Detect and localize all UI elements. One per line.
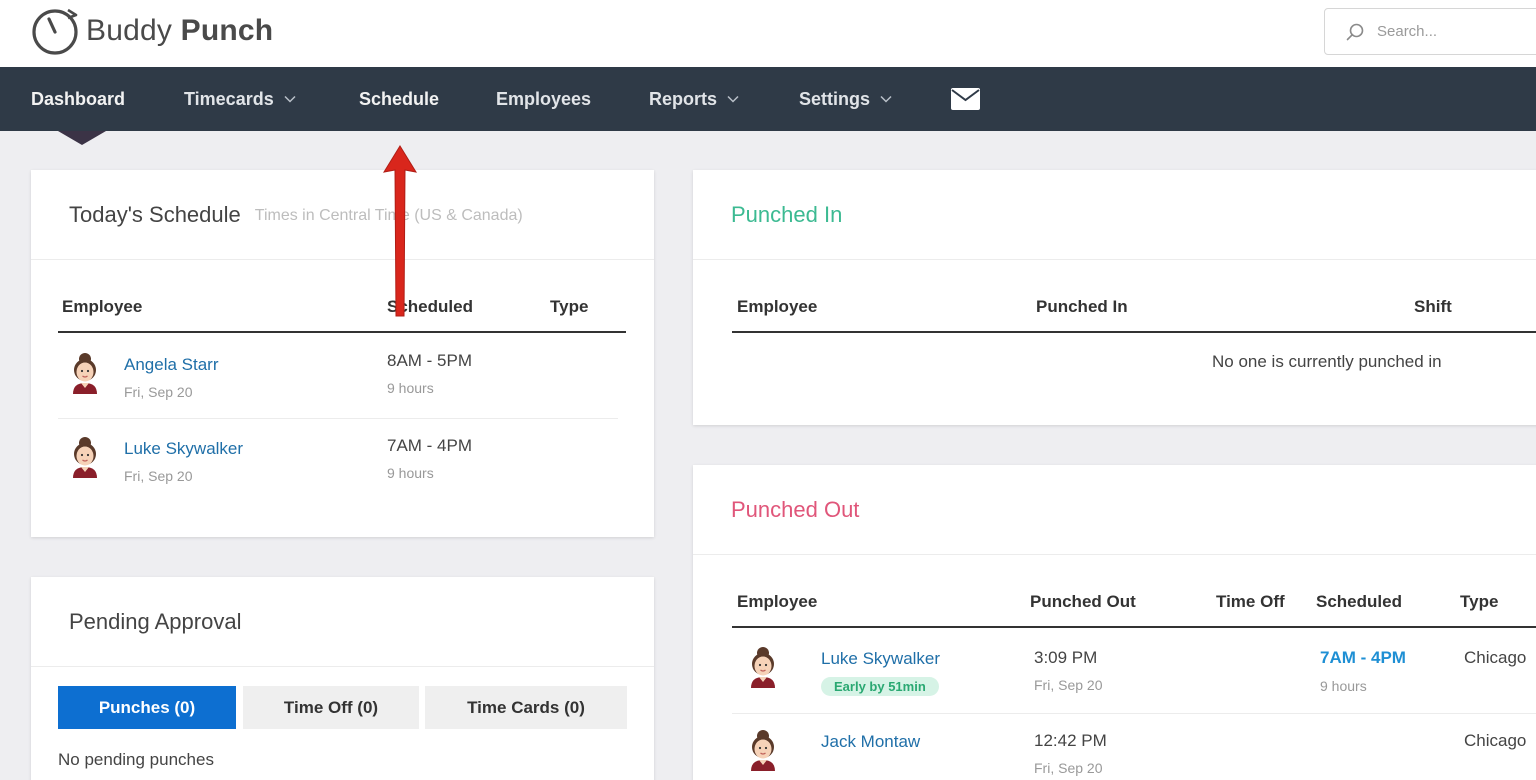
nav-reports[interactable]: Reports xyxy=(649,67,739,131)
scheduled-hours: 9 hours xyxy=(387,465,434,481)
tab-punches[interactable]: Punches (0) xyxy=(58,686,236,729)
pending-approval-header: Pending Approval xyxy=(31,577,654,667)
nav-dashboard[interactable]: Dashboard xyxy=(31,67,125,131)
punched-in-header: Punched In xyxy=(693,170,1536,260)
todays-schedule-title: Today's Schedule xyxy=(69,201,241,227)
chevron-down-icon xyxy=(880,95,892,103)
employee-link-luke-skywalker[interactable]: Luke Skywalker xyxy=(124,439,243,459)
envelope-icon[interactable] xyxy=(951,88,980,110)
location-type: Chicago xyxy=(1464,731,1527,750)
no-punched-in-message: No one is currently punched in xyxy=(1212,352,1442,371)
schedule-date: Fri, Sep 20 xyxy=(124,384,193,400)
nav-dashboard-label: Dashboard xyxy=(31,88,126,109)
row-divider xyxy=(732,713,1536,714)
nav-employees[interactable]: Employees xyxy=(496,67,591,131)
punched-out-date: Fri, Sep 20 xyxy=(1034,677,1103,693)
search-input[interactable] xyxy=(1377,23,1527,40)
nav-settings[interactable]: Settings xyxy=(799,67,892,131)
employee-link-luke-skywalker[interactable]: Luke Skywalker xyxy=(821,649,940,669)
todays-schedule-header: Today's Schedule Times in Central Time (… xyxy=(31,170,654,260)
scheduled-time-link[interactable]: 7AM - 4PM xyxy=(1320,648,1406,668)
pending-approval-title: Pending Approval xyxy=(69,608,242,634)
tab-time-off[interactable]: Time Off (0) xyxy=(243,686,419,729)
col-employee: Employee xyxy=(737,592,818,611)
punched-out-card: Punched Out Employee Punched Out Time Of… xyxy=(693,465,1536,780)
punched-out-title: Punched Out xyxy=(731,496,860,522)
col-type: Type xyxy=(550,297,589,316)
table-header-rule xyxy=(732,626,1536,628)
table-header-rule xyxy=(58,331,626,333)
avatar xyxy=(73,353,97,394)
nav-timecards-label: Timecards xyxy=(184,88,274,109)
active-nav-indicator xyxy=(58,131,106,145)
logo-word-buddy: Buddy xyxy=(86,14,173,47)
todays-schedule-card: Today's Schedule Times in Central Time (… xyxy=(31,170,654,537)
nav-reports-label: Reports xyxy=(649,88,718,109)
early-badge: Early by 51min xyxy=(821,677,939,696)
col-punched-out: Punched Out xyxy=(1030,592,1136,611)
schedule-date: Fri, Sep 20 xyxy=(124,468,193,484)
chevron-down-icon xyxy=(727,95,739,103)
nav-schedule[interactable]: Schedule xyxy=(359,67,439,131)
nav-schedule-label: Schedule xyxy=(359,88,440,109)
punched-out-header: Punched Out xyxy=(693,465,1536,555)
employee-link-angela-starr[interactable]: Angela Starr xyxy=(124,355,219,375)
row-divider xyxy=(58,418,618,419)
employee-link-jack-montaw[interactable]: Jack Montaw xyxy=(821,732,920,752)
annotation-arrow-icon xyxy=(382,145,418,317)
logo[interactable]: Buddy Punch xyxy=(30,5,273,57)
scheduled-time: 8AM - 5PM xyxy=(387,351,473,370)
no-pending-message: No pending punches xyxy=(58,750,214,769)
col-type: Type xyxy=(1460,592,1499,611)
punched-in-title: Punched In xyxy=(731,201,843,227)
punched-out-time: 3:09 PM xyxy=(1034,648,1098,667)
pending-approval-card: Pending Approval Punches (0) Time Off (0… xyxy=(31,577,654,780)
avatar xyxy=(751,647,775,688)
col-punched-in: Punched In xyxy=(1036,297,1128,316)
nav-employees-label: Employees xyxy=(496,88,592,109)
tab-time-cards[interactable]: Time Cards (0) xyxy=(425,686,627,729)
col-employee: Employee xyxy=(62,297,143,316)
nav-timecards[interactable]: Timecards xyxy=(184,67,296,131)
logo-text: Buddy Punch xyxy=(86,14,273,48)
chevron-down-icon xyxy=(284,95,296,103)
top-header: Buddy Punch xyxy=(0,0,1536,67)
punched-in-card: Punched In Employee Punched In Shift No … xyxy=(693,170,1536,425)
col-employee: Employee xyxy=(737,297,818,316)
logo-word-punch: Punch xyxy=(180,14,274,47)
col-scheduled: Scheduled xyxy=(1316,592,1402,611)
punched-out-time: 12:42 PM xyxy=(1034,731,1107,750)
main-nav: Dashboard Timecards Schedule Employees R… xyxy=(0,67,1536,131)
col-time-off: Time Off xyxy=(1216,592,1285,611)
table-header-rule xyxy=(732,331,1536,333)
location-type: Chicago xyxy=(1464,648,1527,667)
col-shift: Shift xyxy=(1414,297,1452,316)
stopwatch-logo-icon xyxy=(32,8,78,55)
nav-settings-label: Settings xyxy=(799,88,871,109)
search-box[interactable] xyxy=(1324,8,1536,55)
search-icon xyxy=(1346,23,1364,40)
avatar xyxy=(73,437,97,478)
avatar xyxy=(751,730,775,771)
scheduled-hours: 9 hours xyxy=(1320,678,1367,694)
punched-out-date: Fri, Sep 20 xyxy=(1034,760,1103,776)
scheduled-time: 7AM - 4PM xyxy=(387,436,473,455)
scheduled-hours: 9 hours xyxy=(387,380,434,396)
